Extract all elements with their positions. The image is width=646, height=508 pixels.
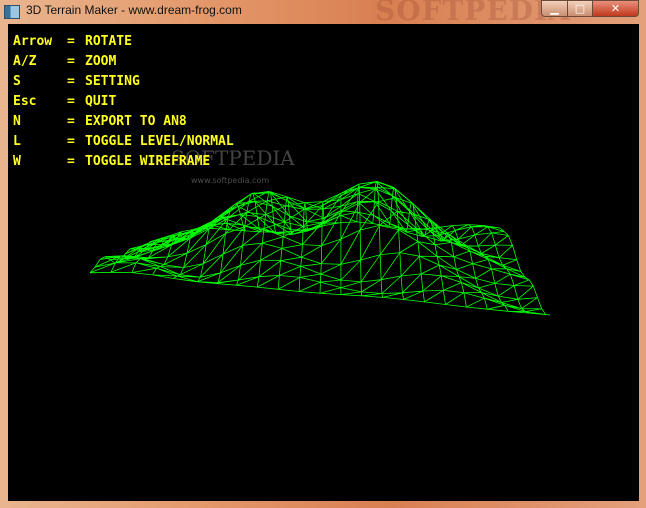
help-key: S [13,74,21,89]
help-row-level: L = TOGGLE LEVEL/NORMAL [13,134,234,154]
help-eq: = [67,114,75,129]
help-row-quit: Esc = QUIT [13,94,234,114]
help-action: QUIT [85,94,117,109]
help-action: ZOOM [85,54,117,69]
help-key: W [13,154,21,169]
help-eq: = [67,154,75,169]
help-row-wireframe: W = TOGGLE WIREFRAME [13,154,234,174]
help-eq: = [67,74,75,89]
maximize-button[interactable]: □ [567,0,593,17]
app-window-icon [4,5,20,19]
help-row-export: N = EXPORT TO AN8 [13,114,234,134]
window-title: 3D Terrain Maker - www.dream-frog.com [26,3,242,17]
close-icon: ✕ [610,2,621,15]
help-key: L [13,134,21,149]
render-viewport[interactable]: SOFTPEDIA www.softpedia.com Arrow = ROTATE… [8,24,639,501]
help-key: A/Z [13,54,37,69]
help-action: TOGGLE WIREFRAME [85,154,211,169]
help-eq: = [67,54,75,69]
help-row-zoom: A/Z = ZOOM [13,54,234,74]
app-window: 3D Terrain Maker - www.dream-frog.com SO… [0,0,646,508]
maximize-icon: □ [574,2,586,15]
help-action: TOGGLE LEVEL/NORMAL [85,134,234,149]
key-help-list: Arrow = ROTATE A/Z = ZOOM S = SETTING Esc = QUIT… [13,34,234,174]
minimize-icon: ▁ [550,2,559,15]
minimize-button[interactable]: ▁ [541,0,568,17]
help-key: Arrow [13,34,53,49]
help-action: ROTATE [85,34,132,49]
help-key: N [13,114,21,129]
help-action: EXPORT TO AN8 [85,114,187,129]
title-bar[interactable]: 3D Terrain Maker - www.dream-frog.com SO… [0,0,646,27]
terrain-mesh-lines [89,181,551,316]
help-row-setting: S = SETTING [13,74,234,94]
help-action: SETTING [85,74,140,89]
help-eq: = [67,34,75,49]
help-row-rotate: Arrow = ROTATE [13,34,234,54]
close-button[interactable]: ✕ [592,0,639,17]
help-key: Esc [13,94,37,109]
help-eq: = [67,94,75,109]
help-eq: = [67,134,75,149]
watermark-url: www.softpedia.com [191,176,270,185]
